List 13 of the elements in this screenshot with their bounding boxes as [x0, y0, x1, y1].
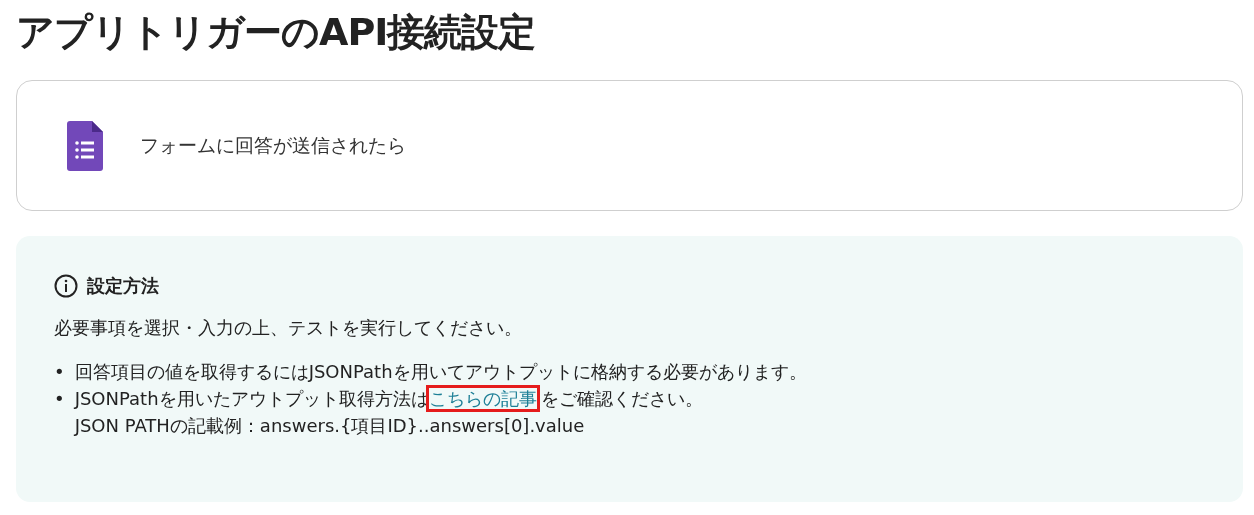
- bullet-text: JSONPathを用いたアウトプット取得方法は こちらの記事 をご確認ください。: [74, 388, 703, 409]
- bullet-marker: •: [54, 360, 65, 384]
- article-link[interactable]: こちらの記事: [428, 388, 537, 409]
- intro-text: 必要事項を選択・入力の上、テストを実行してください。: [54, 316, 522, 340]
- info-heading: 設定方法: [87, 274, 159, 298]
- form-icon: [67, 120, 103, 171]
- bullet-text: 回答項目の値を取得するにはJSONPathを用いてアウトプットに格納する必要があります。: [74, 360, 807, 384]
- info-icon: [54, 274, 78, 298]
- bullet-marker: •: [54, 387, 65, 411]
- page-title: アプリトリガーのAPI接続設定: [16, 9, 536, 56]
- trigger-label: フォームに回答が送信されたら: [140, 132, 406, 158]
- trigger-card[interactable]: フォームに回答が送信されたら: [16, 80, 1243, 211]
- example-text: JSON PATHの記載例：answers.{項目ID}..answers[0].value: [74, 414, 586, 438]
